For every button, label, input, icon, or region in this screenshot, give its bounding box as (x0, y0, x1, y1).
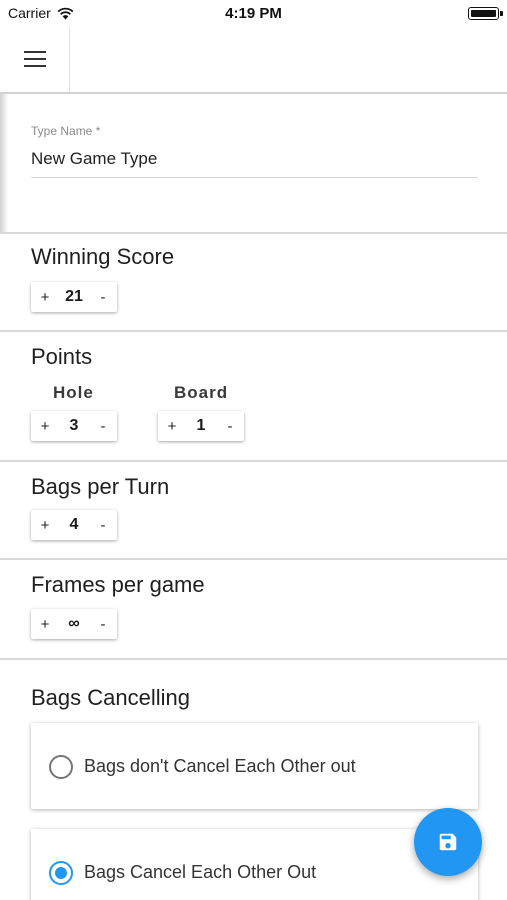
type-name-section: Type Name * New Game Type (0, 94, 507, 234)
frames-per-game-plus-button[interactable]: + (31, 616, 59, 633)
board-label: Board (174, 383, 229, 402)
winning-score-value: 21 (65, 288, 83, 305)
frames-per-game-section: Frames per game + ∞ - (0, 560, 507, 660)
radio-button-checked[interactable] (49, 861, 73, 885)
status-bar: Carrier 4:19 PM (0, 0, 507, 26)
bags-per-turn-stepper: + 4 - (31, 510, 117, 540)
bags-cancelling-title: Bags Cancelling (31, 685, 190, 710)
board-plus-button[interactable]: + (158, 418, 186, 435)
bags-per-turn-value: 4 (69, 516, 79, 533)
type-name-underline (31, 177, 478, 178)
battery-icon (468, 7, 503, 20)
hole-plus-button[interactable]: + (31, 418, 59, 435)
type-name-input[interactable]: New Game Type (31, 149, 157, 169)
hole-label: Hole (53, 383, 94, 402)
hamburger-menu-icon (23, 51, 46, 67)
winning-score-title: Winning Score (31, 244, 175, 269)
winning-score-section: Winning Score + 21 - (0, 234, 507, 332)
frames-per-game-stepper: + ∞ - (31, 609, 117, 639)
frames-per-game-value: ∞ (68, 615, 80, 632)
bags-per-turn-section: Bags per Turn + 4 - (0, 462, 507, 560)
hole-value: 3 (69, 417, 79, 434)
board-value: 1 (196, 417, 206, 434)
bags-dont-cancel-option[interactable]: Bags don't Cancel Each Other out (31, 723, 478, 809)
menu-button[interactable] (0, 26, 70, 92)
save-floppy-icon (439, 833, 457, 851)
bags-dont-cancel-label: Bags don't Cancel Each Other out (84, 756, 356, 776)
points-title: Points (31, 344, 93, 369)
winning-score-minus-button[interactable]: - (89, 289, 117, 306)
bags-per-turn-title: Bags per Turn (31, 474, 170, 499)
app-bar (0, 26, 507, 94)
status-time: 4:19 PM (225, 5, 282, 22)
bags-cancel-label: Bags Cancel Each Other Out (84, 862, 317, 882)
save-button[interactable] (414, 808, 482, 876)
frames-per-game-title: Frames per game (31, 572, 205, 597)
hole-minus-button[interactable]: - (89, 418, 117, 435)
radio-button-unchecked[interactable] (49, 755, 73, 779)
bags-per-turn-plus-button[interactable]: + (31, 517, 59, 534)
winning-score-plus-button[interactable]: + (31, 289, 59, 306)
frames-per-game-minus-button[interactable]: - (89, 616, 117, 633)
bags-cancel-option[interactable]: Bags Cancel Each Other Out (31, 829, 478, 900)
hole-stepper: + 3 - (31, 411, 117, 441)
type-name-label: Type Name * (31, 124, 101, 138)
board-minus-button[interactable]: - (216, 418, 244, 435)
bags-per-turn-minus-button[interactable]: - (89, 517, 117, 534)
points-section: Points Hole Board + 3 - + 1 - (0, 332, 507, 462)
winning-score-stepper: + 21 - (31, 282, 117, 312)
board-stepper: + 1 - (158, 411, 244, 441)
